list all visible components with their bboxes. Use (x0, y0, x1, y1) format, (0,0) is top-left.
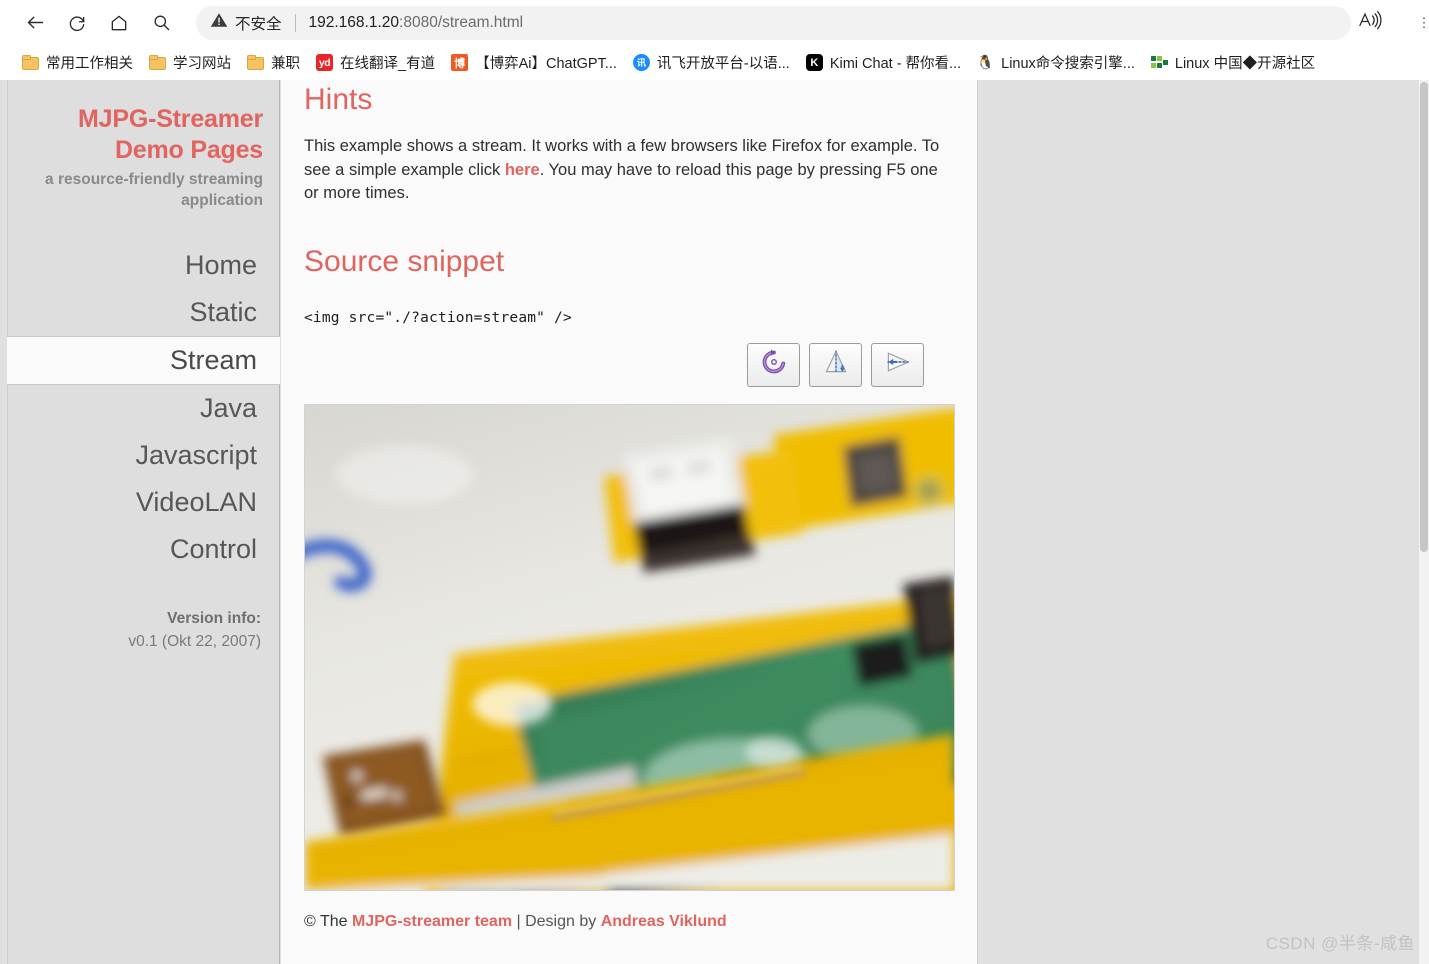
sidebar-item-label: Home (184, 250, 257, 280)
scrollbar-thumb[interactable] (1420, 82, 1428, 552)
warning-triangle-icon (210, 11, 228, 34)
security-label: 不安全 (235, 15, 282, 33)
rotate-button[interactable] (747, 342, 800, 387)
page-background-right (979, 80, 1419, 964)
bookmark-item[interactable]: 学习网站 (141, 49, 239, 76)
bookmark-item[interactable]: 博【博弈Ai】ChatGPT... (443, 49, 625, 76)
bookmarks-bar: 常用工作相关 学习网站 兼职 yd 在线翻译_有道博【博弈Ai】ChatGPT... 讯讯… (0, 45, 1429, 80)
sidebar-item-control[interactable]: Control (8, 526, 279, 573)
site-sidebar: MJPG-Streamer Demo Pages a resource-frie… (7, 80, 280, 964)
browser-toolbar: 不安全 192.168.1.20:8080/stream.html ⋮ (0, 0, 1429, 45)
bookmark-item[interactable]: 常用工作相关 (14, 49, 141, 76)
bookmark-item[interactable]: 兼职 (239, 49, 308, 76)
brand-tagline: a resource-friendly streaming applicatio… (45, 171, 263, 209)
bookmark-label: 【博弈Ai】ChatGPT... (475, 56, 617, 72)
bookmark-item[interactable]: yd 在线翻译_有道 (308, 49, 443, 76)
site-branding: MJPG-Streamer Demo Pages a resource-frie… (8, 80, 279, 211)
folder-icon (149, 54, 166, 71)
sidebar-item-videolan[interactable]: VideoLAN (8, 479, 279, 526)
sidebar-nav: Home Static Stream Java Javascript VideoLAN Co… (7, 242, 280, 573)
youdao-icon: yd (316, 54, 333, 71)
tux-penguin-icon: 🐧 (977, 54, 995, 70)
reload-button[interactable] (56, 6, 98, 40)
sidebar-item-label: Java (199, 393, 257, 423)
bookmark-label: 在线翻译_有道 (340, 56, 436, 72)
bookmark-item[interactable]: K Kimi Chat - 帮你看... (798, 49, 969, 76)
toolbar-overflow[interactable]: ⋮ (1418, 0, 1429, 45)
folder-icon (247, 54, 264, 71)
bookmark-label: Kimi Chat - 帮你看... (829, 56, 962, 72)
mjpg-team-link[interactable]: MJPG-streamer team (352, 913, 512, 930)
sidebar-item-label: Javascript (135, 440, 257, 470)
bookmark-label: Linux命令搜索引擎... (1001, 56, 1135, 72)
bookmark-label: 讯飞开放平台-以语... (656, 56, 790, 72)
reload-icon (67, 13, 87, 33)
back-button[interactable] (14, 6, 56, 40)
footer-separator: | Design by (512, 912, 601, 930)
kimi-icon: K (805, 54, 823, 71)
url-path: :8080/stream.html (399, 13, 524, 31)
sidebar-item-home[interactable]: Home (8, 242, 279, 289)
sidebar-item-javascript[interactable]: Javascript (8, 432, 279, 479)
search-icon (152, 13, 171, 32)
stream-control-buttons (304, 342, 954, 387)
sidebar-item-label: Control (169, 534, 257, 564)
iflytek-icon: 讯 (632, 54, 650, 71)
version-info-value: v0.1 (Okt 22, 2007) (128, 633, 261, 650)
page-viewport: MJPG-Streamer Demo Pages a resource-frie… (0, 80, 1429, 964)
omnibox-divider (294, 13, 296, 32)
search-button[interactable] (140, 6, 182, 40)
flip-vertical-button[interactable] (809, 342, 862, 387)
bookmark-label: 常用工作相关 (46, 56, 133, 72)
designer-link[interactable]: Andreas Viklund (601, 913, 727, 930)
folder-icon (22, 54, 39, 71)
stream-image-frame[interactable] (304, 403, 955, 891)
bookmark-label: Linux 中国◆开源社区 (1174, 56, 1316, 72)
flip-horizontal-icon (884, 348, 912, 381)
sidebar-item-java[interactable]: Java (8, 385, 279, 432)
brand-title-line1: MJPG-Streamer (78, 105, 263, 133)
bookmark-item[interactable]: Linux 中国◆开源社区 (1143, 49, 1323, 76)
version-info: Version info: v0.1 (Okt 22, 2007) (8, 608, 279, 654)
sidebar-item-static[interactable]: Static (8, 289, 279, 336)
url-text[interactable]: 192.168.1.20:8080/stream.html (309, 14, 524, 32)
bookmark-item[interactable]: 讯讯飞开放平台-以语... (625, 49, 798, 76)
footer-copyright: © The (304, 912, 352, 930)
page-footer: © The MJPG-streamer team | Design by And… (304, 911, 954, 933)
linuxcn-icon (1150, 54, 1168, 71)
brand-title-line2: Demo Pages (114, 136, 263, 164)
url-host: 192.168.1.20 (308, 13, 400, 31)
flip-vertical-icon (822, 348, 850, 381)
flip-horizontal-button[interactable] (871, 342, 924, 387)
sidebar-item-label: VideoLAN (135, 487, 257, 517)
here-link[interactable]: here (505, 161, 540, 179)
brand-title: MJPG-Streamer Demo Pages (18, 104, 263, 166)
rotate-icon (760, 348, 788, 381)
sidebar-item-stream[interactable]: Stream (7, 336, 280, 385)
sidebar-item-label: Static (189, 297, 257, 327)
browser-chrome: 不安全 192.168.1.20:8080/stream.html ⋮ 常用工作… (0, 0, 1429, 80)
page-scrollbar[interactable] (1419, 80, 1429, 964)
bookmark-label: 兼职 (271, 56, 300, 72)
read-aloud-button[interactable] (1353, 6, 1387, 38)
home-button[interactable] (98, 6, 140, 40)
main-content: Hints This example shows a stream. It wo… (281, 80, 978, 964)
boyi-ai-icon: 博 (451, 54, 469, 71)
source-snippet-heading: Source snippet (304, 244, 505, 278)
stream-image (305, 404, 954, 890)
security-status[interactable]: 不安全 (210, 11, 282, 34)
home-icon (109, 13, 129, 33)
read-aloud-icon (1358, 9, 1382, 36)
bookmark-label: 学习网站 (173, 56, 231, 72)
watermark: CSDN @半条-咸鱼 (1265, 934, 1415, 953)
hints-heading: Hints (304, 83, 373, 116)
code-snippet: <img src="./?action=stream" /> (304, 309, 572, 326)
version-info-label: Version info: (167, 610, 261, 627)
hints-paragraph: This example shows a stream. It works wi… (304, 135, 954, 206)
bookmark-item[interactable]: 🐧 Linux命令搜索引擎... (969, 49, 1143, 76)
back-arrow-icon (25, 12, 46, 33)
address-bar[interactable]: 不安全 192.168.1.20:8080/stream.html (196, 5, 1351, 40)
page-content: MJPG-Streamer Demo Pages a resource-frie… (0, 80, 1419, 964)
sidebar-item-label: Stream (169, 345, 257, 375)
